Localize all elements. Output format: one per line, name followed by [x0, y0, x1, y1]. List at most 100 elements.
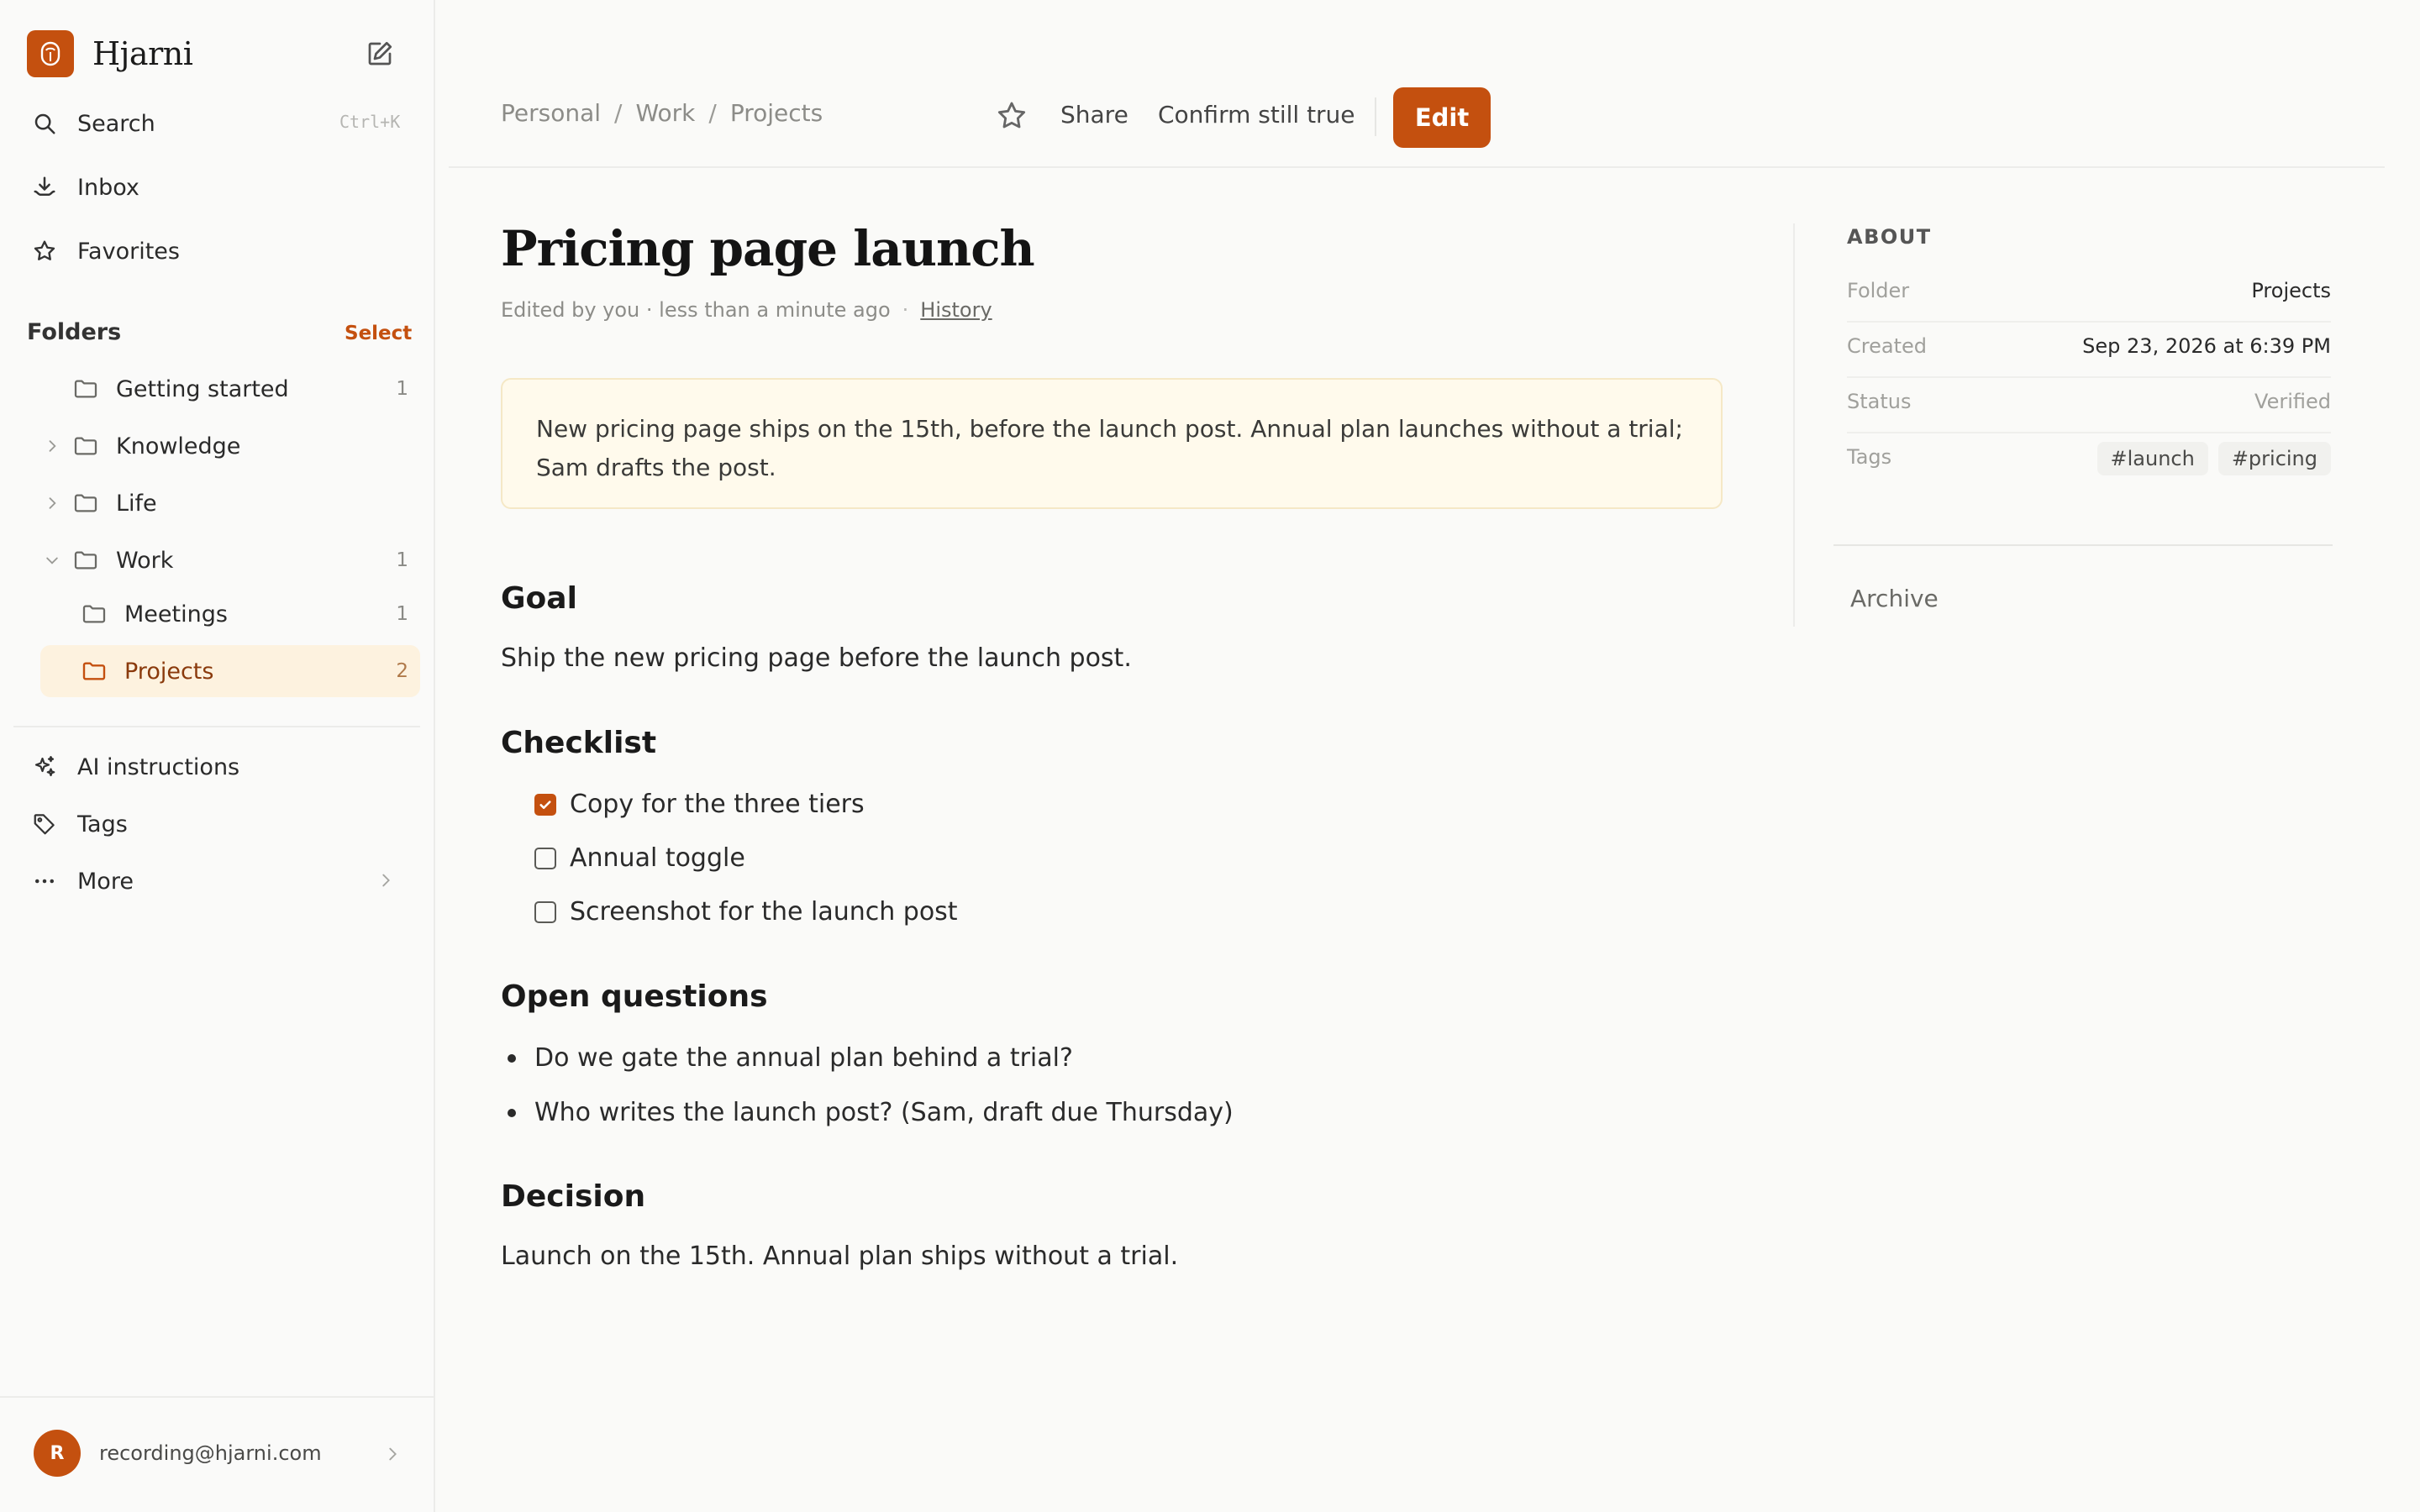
about-bottom-divider [1833, 544, 2333, 546]
folder-count: 1 [396, 378, 408, 400]
list-item-text: Do we gate the annual plan behind a tria… [534, 1043, 1073, 1073]
account-menu[interactable]: R recording@hjarni.com [34, 1430, 322, 1477]
checklist-label: Annual toggle [570, 843, 745, 873]
bullet-icon [508, 1108, 516, 1117]
list-item: Who writes the launch post? (Sam, draft … [508, 1098, 1234, 1127]
sidebar-item-label: More [77, 868, 134, 895]
sidebar-item-label: Favorites [77, 238, 180, 265]
bullet-icon [508, 1053, 516, 1063]
folder-label: Life [116, 490, 157, 517]
select-folders-button[interactable]: Select [345, 323, 412, 344]
status-badge: Verified [2254, 390, 2331, 413]
folder-icon [71, 374, 101, 404]
archive-button[interactable]: Archive [1850, 585, 1939, 612]
tag-list: #launch #pricing [2087, 442, 2331, 475]
avatar: R [34, 1430, 81, 1477]
folder-icon [71, 488, 101, 518]
breadcrumb-separator: / [614, 99, 623, 127]
folder-icon [71, 431, 101, 461]
header-divider [449, 166, 2385, 168]
folders-heading: Folders [27, 319, 122, 345]
about-row-created: Created Sep 23, 2026 at 6:39 PM [1847, 323, 2331, 378]
checkbox[interactable] [534, 900, 556, 923]
chevron-right-icon[interactable] [383, 1445, 402, 1467]
folder-count: 2 [396, 660, 408, 682]
share-button[interactable]: Share [1060, 101, 1128, 129]
breadcrumb-item-work[interactable]: Work [635, 99, 695, 127]
about-label: Tags [1847, 445, 1892, 469]
folder-projects[interactable]: Projects 2 [40, 645, 420, 697]
sidebar-item-tags[interactable]: Tags [30, 804, 128, 844]
folder-icon [79, 599, 109, 629]
breadcrumb-item-projects[interactable]: Projects [730, 99, 823, 127]
sidebar-item-search[interactable]: Search [30, 103, 155, 144]
goal-text: Ship the new pricing page before the lau… [501, 643, 1132, 673]
tag-icon [30, 810, 59, 838]
sparkles-icon [30, 753, 59, 781]
sidebar-item-label: Inbox [77, 174, 139, 201]
folder-getting-started[interactable]: Getting started 1 [40, 363, 420, 415]
checkbox-checked[interactable] [534, 793, 556, 816]
note-title: Pricing page launch [501, 220, 1035, 277]
sidebar-item-label: AI instructions [77, 753, 240, 780]
breadcrumb: Personal / Work / Projects [501, 99, 823, 127]
sidebar-footer-divider [0, 1396, 435, 1398]
chevron-down-icon[interactable] [40, 549, 64, 572]
about-label: Status [1847, 390, 1912, 413]
sidebar: Hjarni Search Ctrl+K Inbox Favorites Fol… [0, 0, 435, 1512]
main-content: Personal / Work / Projects Share Confirm sti… [435, 0, 2420, 1512]
about-folder-value[interactable]: Projects [2251, 279, 2331, 302]
star-icon [30, 237, 59, 265]
about-label: Folder [1847, 279, 1910, 302]
folder-count: 1 [396, 549, 408, 571]
chevron-right-icon[interactable] [40, 491, 64, 515]
app-name: Hjarni [92, 35, 193, 72]
folder-label: Work [116, 547, 174, 574]
folder-knowledge[interactable]: Knowledge [40, 420, 420, 472]
inbox-icon [30, 173, 59, 202]
folder-icon [71, 545, 101, 575]
list-item: Do we gate the annual plan behind a tria… [508, 1043, 1073, 1073]
folder-icon [79, 656, 109, 686]
brand[interactable]: Hjarni [27, 30, 193, 77]
chevron-right-icon[interactable] [40, 434, 64, 458]
chevron-right-icon [376, 871, 395, 893]
confirm-still-true-button[interactable]: Confirm still true [1158, 101, 1355, 129]
sidebar-item-more[interactable]: More [30, 861, 400, 901]
sidebar-item-favorites[interactable]: Favorites [30, 231, 180, 271]
breadcrumb-item-personal[interactable]: Personal [501, 99, 601, 127]
toolbar-divider [1375, 97, 1376, 136]
account-email: recording@hjarni.com [99, 1441, 322, 1465]
sidebar-item-ai-instructions[interactable]: AI instructions [30, 747, 239, 787]
checklist-item: Copy for the three tiers [534, 790, 865, 819]
folder-meetings[interactable]: Meetings 1 [54, 588, 420, 640]
open-questions-heading: Open questions [501, 979, 768, 1014]
breadcrumb-separator: / [708, 99, 717, 127]
folder-label: Projects [124, 658, 214, 685]
about-divider [1793, 223, 1795, 627]
checklist-item: Screenshot for the launch post [534, 897, 958, 927]
favorite-star-icon[interactable] [995, 99, 1028, 136]
search-shortcut: Ctrl+K [339, 112, 401, 132]
folder-label: Knowledge [116, 433, 241, 459]
about-heading: ABOUT [1847, 225, 1932, 249]
checkbox[interactable] [534, 847, 556, 869]
edit-button[interactable]: Edit [1393, 87, 1491, 148]
folder-life[interactable]: Life [40, 477, 420, 529]
about-created-value: Sep 23, 2026 at 6:39 PM [2082, 334, 2331, 358]
sidebar-divider [13, 726, 420, 727]
app-window: Hjarni Search Ctrl+K Inbox Favorites Fol… [0, 0, 2420, 1512]
tag-chip[interactable]: #pricing [2217, 442, 2331, 475]
folder-work[interactable]: Work 1 [40, 534, 420, 586]
tag-chip[interactable]: #launch [2096, 442, 2208, 475]
sidebar-item-inbox[interactable]: Inbox [30, 167, 139, 207]
new-note-icon[interactable] [365, 39, 395, 72]
summary-callout: New pricing page ships on the 15th, befo… [501, 378, 1723, 509]
decision-heading: Decision [501, 1179, 646, 1214]
history-link[interactable]: History [920, 298, 992, 322]
about-label: Created [1847, 334, 1927, 358]
search-icon [30, 109, 59, 138]
folder-count: 1 [396, 603, 408, 625]
checklist-heading: Checklist [501, 726, 657, 760]
goal-heading: Goal [501, 581, 577, 616]
